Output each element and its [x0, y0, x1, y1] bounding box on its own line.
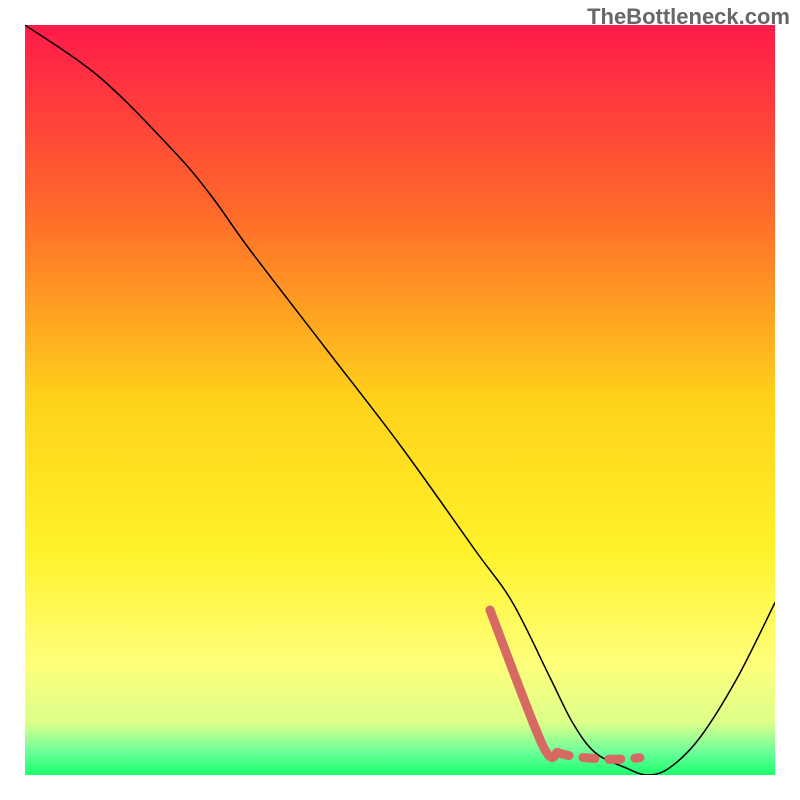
watermark-text: TheBottleneck.com: [587, 4, 790, 30]
gradient-background: [25, 25, 775, 775]
chart-container: [25, 25, 775, 775]
bottleneck-chart: [25, 25, 775, 775]
